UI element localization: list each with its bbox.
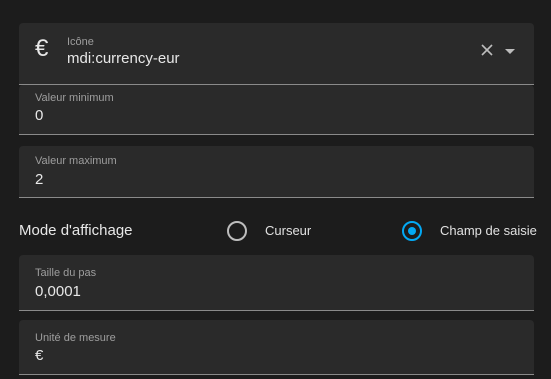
display-mode-title: Mode d'affichage bbox=[19, 222, 133, 239]
unit-of-measure-field[interactable]: Unité de mesure € bbox=[19, 320, 534, 375]
max-value-field[interactable]: Valeur maximum 2 bbox=[19, 146, 534, 198]
max-value-label: Valeur maximum bbox=[35, 155, 117, 167]
unit-of-measure-label: Unité de mesure bbox=[35, 332, 116, 344]
radio-slider-label[interactable]: Curseur bbox=[265, 223, 311, 238]
radio-slider[interactable] bbox=[227, 221, 247, 241]
icon-field-label: Icône bbox=[67, 36, 94, 48]
icon-field-value[interactable]: mdi:currency-eur bbox=[67, 50, 180, 67]
min-value-label: Valeur minimum bbox=[35, 92, 114, 104]
radio-input-box[interactable] bbox=[402, 221, 422, 241]
radio-input-box-label[interactable]: Champ de saisie bbox=[440, 223, 537, 238]
step-size-input[interactable]: 0,0001 bbox=[35, 283, 81, 300]
step-size-label: Taille du pas bbox=[35, 267, 97, 279]
step-size-field[interactable]: Taille du pas 0,0001 bbox=[19, 255, 534, 311]
min-value-field[interactable]: Valeur minimum 0 bbox=[19, 85, 534, 135]
currency-eur-icon: € bbox=[35, 35, 49, 62]
clear-icon[interactable] bbox=[480, 43, 494, 57]
min-value-input[interactable]: 0 bbox=[35, 107, 43, 124]
dropdown-arrow-icon[interactable] bbox=[505, 49, 515, 54]
unit-of-measure-input[interactable]: € bbox=[35, 347, 43, 364]
max-value-input[interactable]: 2 bbox=[35, 171, 43, 188]
icon-picker-field[interactable]: € Icône mdi:currency-eur bbox=[19, 23, 534, 85]
